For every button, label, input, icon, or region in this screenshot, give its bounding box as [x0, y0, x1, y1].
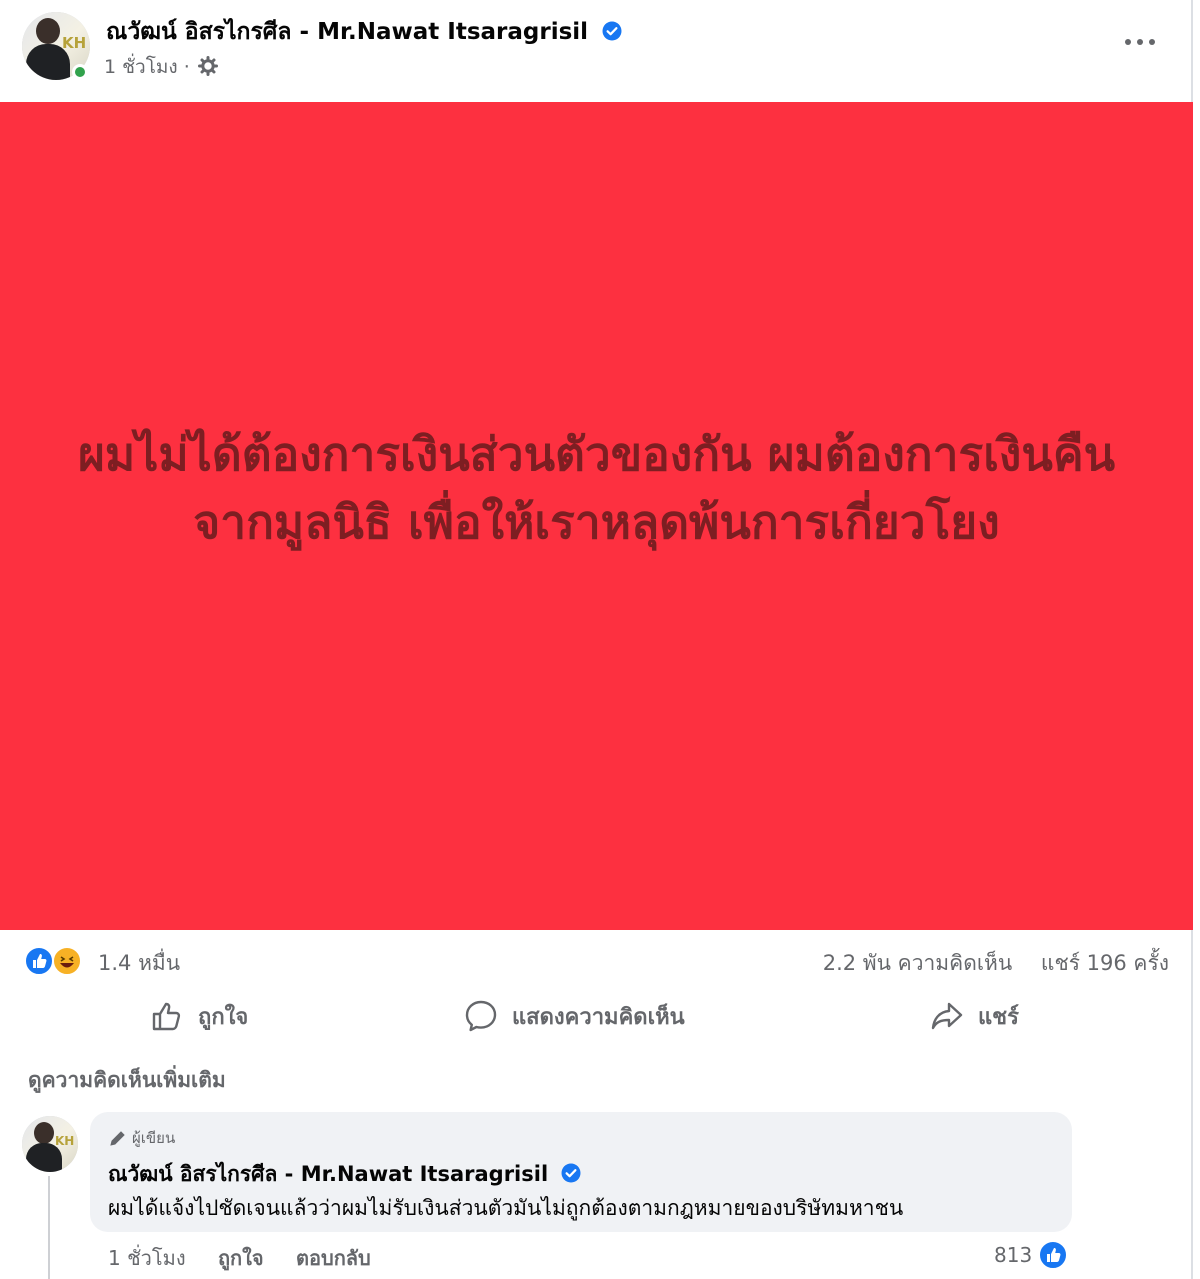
- post-image-text: ผมไม่ได้ต้องการเงินส่วนตัวของกัน ผมต้องก…: [77, 427, 1116, 549]
- comment-reply-button[interactable]: ตอบกลับ: [296, 1246, 371, 1270]
- verified-badge-icon: [561, 1163, 581, 1183]
- reaction-summary: 1.4 หมื่น 2.2 พัน ความคิดเห็น แชร์ 196 ค…: [0, 930, 1193, 992]
- comment-icon: [465, 1000, 497, 1032]
- comment-author-row: ณวัฒน์ อิสรไกรศีล - Mr.Nawat Itsaragrisi…: [108, 1158, 581, 1191]
- post-timestamp[interactable]: 1 ชั่วโมง ·: [104, 56, 190, 78]
- comment-timestamp[interactable]: 1 ชั่วโมง: [108, 1246, 186, 1270]
- comment-label: แสดงความคิดเห็น: [512, 1004, 685, 1030]
- more-options-icon[interactable]: [1122, 30, 1158, 54]
- like-label: ถูกใจ: [198, 1004, 249, 1030]
- share-label: แชร์: [978, 1004, 1019, 1030]
- comment-like-count: 813: [994, 1243, 1033, 1267]
- avatar-logo: KH: [55, 1134, 75, 1148]
- action-bar: ถูกใจ แสดงความคิดเห็น แชร์: [0, 994, 1193, 1040]
- post-image[interactable]: ผมไม่ได้ต้องการเงินส่วนตัวของกัน ผมต้องก…: [0, 102, 1193, 930]
- thumbs-up-icon: [152, 1002, 181, 1031]
- like-reaction-icon: [24, 946, 54, 976]
- comment-author-name[interactable]: ณวัฒน์ อิสรไกรศีล - Mr.Nawat Itsaragrisi…: [108, 1162, 548, 1186]
- comment-like-button[interactable]: ถูกใจ: [218, 1246, 264, 1270]
- author-name-row: ณวัฒน์ อิสรไกรศีล - Mr.Nawat Itsaragrisi…: [106, 14, 622, 50]
- like-button[interactable]: ถูกใจ: [150, 994, 248, 1038]
- post-card: KH ณวัฒน์ อิสรไกรศีล - Mr.Nawat Itsaragr…: [0, 0, 1193, 1279]
- comment-share-counts: 2.2 พัน ความคิดเห็น แชร์ 196 ครั้ง: [801, 947, 1169, 980]
- share-count[interactable]: แชร์ 196 ครั้ง: [1041, 951, 1169, 975]
- gear-icon[interactable]: [197, 56, 218, 76]
- share-button[interactable]: แชร์: [930, 994, 1019, 1038]
- author-badge: ผู้เขียน: [108, 1126, 175, 1150]
- comment-thread-line: [48, 1176, 50, 1279]
- haha-reaction-icon: [52, 946, 82, 976]
- comment-count[interactable]: 2.2 พัน ความคิดเห็น: [823, 951, 1012, 975]
- post-header: KH ณวัฒน์ อิสรไกรศีล - Mr.Nawat Itsaragr…: [0, 0, 1193, 102]
- pencil-icon: [110, 1131, 125, 1146]
- comment-bubble: ผู้เขียน ณวัฒน์ อิสรไกรศีล - Mr.Nawat It…: [90, 1112, 1072, 1232]
- verified-badge-icon: [602, 21, 622, 41]
- comment-reaction-summary[interactable]: 813: [994, 1240, 1069, 1270]
- online-status-dot: [72, 64, 88, 80]
- view-more-comments-link[interactable]: ดูความคิดเห็นเพิ่มเติม: [28, 1064, 226, 1097]
- comment-text: ผมได้แจ้งไปชัดเจนแล้วว่าผมไม่รับเงินส่วน…: [108, 1196, 904, 1220]
- post-meta: 1 ชั่วโมง ·: [104, 52, 218, 82]
- comment-author-avatar[interactable]: KH: [22, 1116, 78, 1172]
- like-reaction-icon: [1038, 1240, 1069, 1270]
- comment-button[interactable]: แสดงความคิดเห็น: [464, 994, 685, 1038]
- author-name[interactable]: ณวัฒน์ อิสรไกรศีล - Mr.Nawat Itsaragrisi…: [106, 19, 588, 45]
- avatar-logo: KH: [62, 34, 87, 52]
- comment-meta: 1 ชั่วโมง ถูกใจ ตอบกลับ: [108, 1242, 397, 1274]
- share-icon: [931, 1002, 963, 1030]
- reaction-count[interactable]: 1.4 หมื่น: [98, 947, 180, 980]
- author-badge-label: ผู้เขียน: [132, 1129, 176, 1147]
